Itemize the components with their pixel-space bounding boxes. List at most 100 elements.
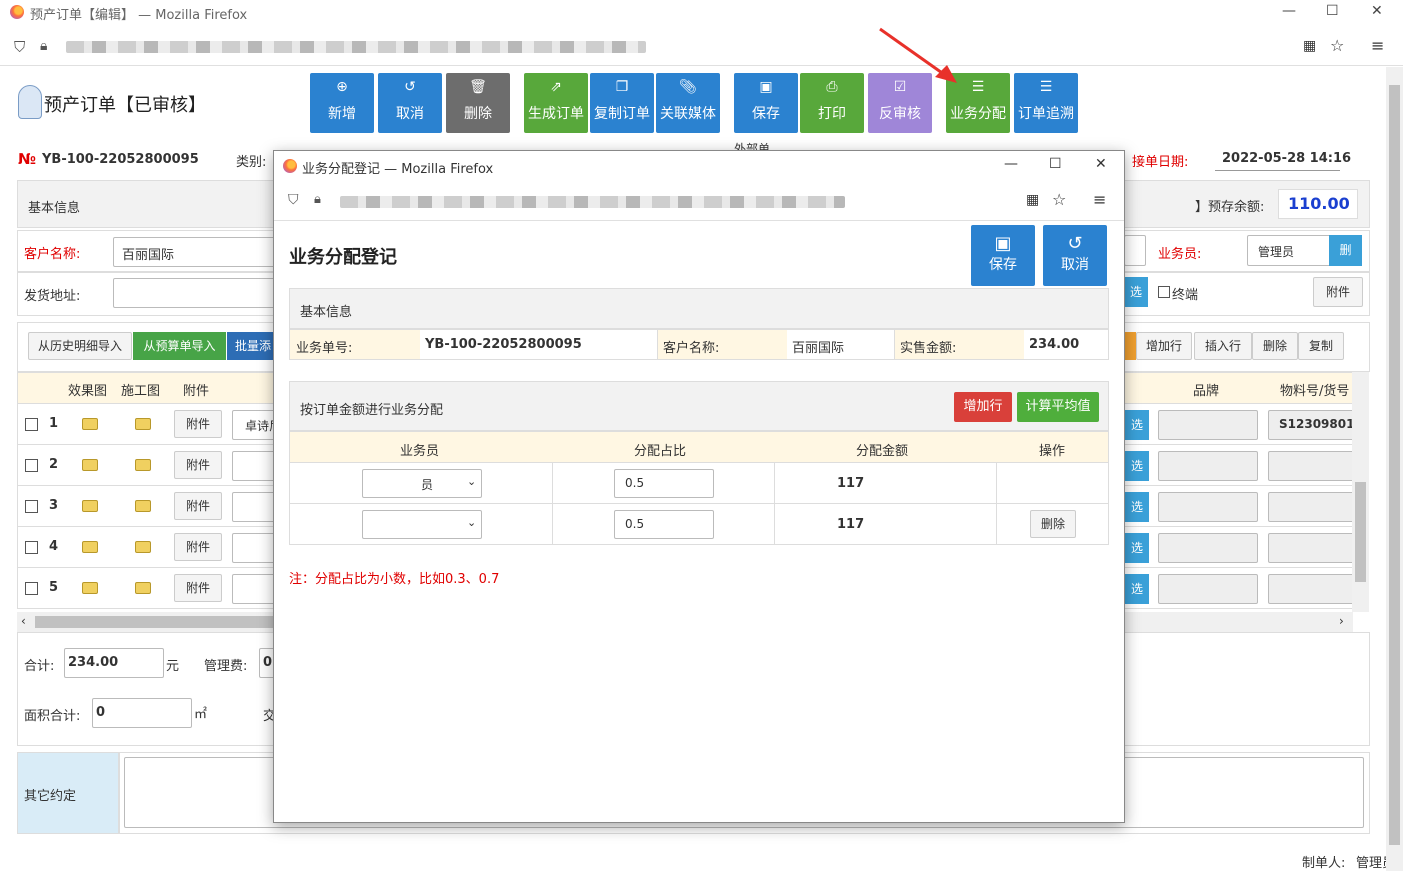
row-brand-field[interactable] bbox=[1158, 492, 1258, 522]
star-icon[interactable]: ☆ bbox=[1330, 36, 1344, 55]
effect-image-icon[interactable] bbox=[82, 541, 98, 553]
order-trace-button[interactable]: ☰ 订单追溯 bbox=[1014, 73, 1078, 133]
link-media-button[interactable]: 📎︎ 关联媒体 bbox=[656, 73, 720, 133]
assign-delete-button[interactable]: 删除 bbox=[1030, 510, 1076, 538]
row-brand-field[interactable] bbox=[1158, 574, 1258, 604]
row-brand-field[interactable] bbox=[1158, 451, 1258, 481]
cancel-button[interactable]: ↺ 取消 bbox=[378, 73, 442, 133]
construct-image-icon[interactable] bbox=[135, 459, 151, 471]
ship-address-field[interactable] bbox=[113, 278, 283, 308]
modal-url-text[interactable] bbox=[340, 196, 845, 208]
import-history-button[interactable]: 从历史明细导入 bbox=[28, 332, 132, 360]
modal-save-button[interactable]: ▣ 保存 bbox=[971, 225, 1035, 286]
area-field[interactable] bbox=[92, 698, 192, 728]
grid-hscroll-thumb[interactable] bbox=[35, 616, 295, 628]
effect-image-icon[interactable] bbox=[82, 459, 98, 471]
modal-maximize-icon[interactable]: ☐ bbox=[1049, 156, 1062, 172]
generate-order-button[interactable]: ⇗ 生成订单 bbox=[524, 73, 588, 133]
ratio-input[interactable]: 0.5 bbox=[614, 510, 714, 539]
modal-cancel-button[interactable]: ↺ 取消 bbox=[1043, 225, 1107, 286]
calc-average-button[interactable]: 计算平均值 bbox=[1017, 392, 1099, 422]
menu-icon[interactable]: ≡ bbox=[1093, 190, 1106, 209]
lock-icon[interactable]: 🔒︎ bbox=[314, 192, 321, 207]
menu-icon[interactable]: ≡ bbox=[1371, 36, 1384, 55]
salesman-select[interactable]: ⌄ bbox=[362, 510, 482, 539]
row-material-field[interactable] bbox=[1268, 574, 1354, 604]
ratio-input[interactable]: 0.5 bbox=[614, 469, 714, 498]
row-select-button[interactable]: 选 bbox=[1125, 533, 1149, 563]
row-material-field[interactable] bbox=[1268, 492, 1354, 522]
row-select-button[interactable]: 选 bbox=[1125, 492, 1149, 522]
orange-button-edge[interactable] bbox=[1124, 332, 1136, 360]
row-checkbox[interactable] bbox=[25, 500, 38, 513]
modal-add-row-button[interactable]: 增加行 bbox=[954, 392, 1012, 422]
row-checkbox[interactable] bbox=[25, 582, 38, 595]
row-checkbox[interactable] bbox=[25, 459, 38, 472]
delete-row-button[interactable]: 删除 bbox=[1252, 332, 1298, 360]
add-button[interactable]: ⊕ 新增 bbox=[310, 73, 374, 133]
scroll-left-icon[interactable]: ‹ bbox=[21, 614, 26, 628]
row-checkbox[interactable] bbox=[25, 541, 38, 554]
import-budget-button[interactable]: 从预算单导入 bbox=[133, 332, 226, 360]
print-button[interactable]: ⎙ 打印 bbox=[800, 73, 864, 133]
construct-image-icon[interactable] bbox=[135, 541, 151, 553]
modal-minimize-icon[interactable]: — bbox=[1004, 156, 1018, 172]
undo-icon: ↺ bbox=[1067, 233, 1083, 254]
assign-row: ⌄ 0.5 117 删除 bbox=[289, 504, 1109, 545]
salesman-select[interactable]: 员 ⌄ bbox=[362, 469, 482, 498]
lock-icon[interactable]: 🔒︎ bbox=[40, 38, 47, 54]
construct-image-icon[interactable] bbox=[135, 500, 151, 512]
row-checkbox[interactable] bbox=[25, 418, 38, 431]
grid-scroll-thumb[interactable] bbox=[1355, 482, 1366, 582]
row-material-field[interactable]: S12309801-0 bbox=[1268, 410, 1354, 440]
row-attach-button[interactable]: 附件 bbox=[174, 492, 222, 520]
star-icon[interactable]: ☆ bbox=[1052, 190, 1066, 209]
receive-date-label: 接单日期: bbox=[1132, 155, 1189, 170]
select-button[interactable]: 选 bbox=[1124, 277, 1148, 307]
delete-button[interactable]: 🗑︎ 删除 bbox=[446, 73, 510, 133]
row-select-button[interactable]: 选 bbox=[1125, 574, 1149, 604]
row-brand-field[interactable] bbox=[1158, 533, 1258, 563]
row-material-field[interactable] bbox=[1268, 533, 1354, 563]
copy-row-button[interactable]: 复制 bbox=[1298, 332, 1344, 360]
row-number: 3 bbox=[49, 498, 59, 513]
row-attach-button[interactable]: 附件 bbox=[174, 451, 222, 479]
effect-image-icon[interactable] bbox=[82, 500, 98, 512]
batch-add-button[interactable]: 批量添 bbox=[227, 332, 277, 360]
salesman-delete-button[interactable]: 删 bbox=[1329, 235, 1362, 266]
row-select-button[interactable]: 选 bbox=[1125, 410, 1149, 440]
insert-row-button[interactable]: 插入行 bbox=[1194, 332, 1252, 360]
col-construct: 施工图 bbox=[121, 384, 161, 399]
effect-image-icon[interactable] bbox=[82, 582, 98, 594]
row-material-field[interactable] bbox=[1268, 451, 1354, 481]
row-brand-field[interactable] bbox=[1158, 410, 1258, 440]
effect-image-icon[interactable] bbox=[82, 418, 98, 430]
construct-image-icon[interactable] bbox=[135, 582, 151, 594]
url-text[interactable] bbox=[66, 41, 646, 53]
floppy-icon: ▣ bbox=[994, 233, 1012, 254]
page-scroll-thumb[interactable] bbox=[1389, 85, 1400, 845]
row-attach-button[interactable]: 附件 bbox=[174, 533, 222, 561]
grid-scrollbar[interactable] bbox=[1352, 372, 1369, 612]
row-attach-button[interactable]: 附件 bbox=[174, 574, 222, 602]
shield-icon[interactable]: ⛉ bbox=[14, 38, 25, 56]
attach-button[interactable]: 附件 bbox=[1313, 277, 1363, 307]
row-attach-button[interactable]: 附件 bbox=[174, 410, 222, 438]
trash-icon: 🗑︎ bbox=[469, 79, 487, 95]
page-scrollbar[interactable] bbox=[1386, 67, 1403, 871]
qrcode-icon[interactable]: ▦ bbox=[1026, 192, 1039, 208]
qrcode-icon[interactable]: ▦ bbox=[1303, 38, 1316, 54]
maximize-icon[interactable]: ☐ bbox=[1326, 3, 1339, 19]
copy-order-button[interactable]: ❐ 复制订单 bbox=[590, 73, 654, 133]
scroll-right-icon[interactable]: › bbox=[1339, 614, 1344, 628]
save-button[interactable]: ▣ 保存 bbox=[734, 73, 798, 133]
terminal-checkbox[interactable] bbox=[1158, 286, 1170, 298]
modal-close-icon[interactable]: ✕ bbox=[1095, 156, 1107, 172]
construct-image-icon[interactable] bbox=[135, 418, 151, 430]
row-select-button[interactable]: 选 bbox=[1125, 451, 1149, 481]
shield-icon[interactable]: ⛉ bbox=[288, 192, 299, 208]
minimize-icon[interactable]: — bbox=[1282, 3, 1296, 19]
add-row-button[interactable]: 增加行 bbox=[1136, 332, 1192, 360]
close-icon[interactable]: ✕ bbox=[1371, 3, 1383, 19]
hidden-field[interactable] bbox=[1124, 235, 1146, 266]
